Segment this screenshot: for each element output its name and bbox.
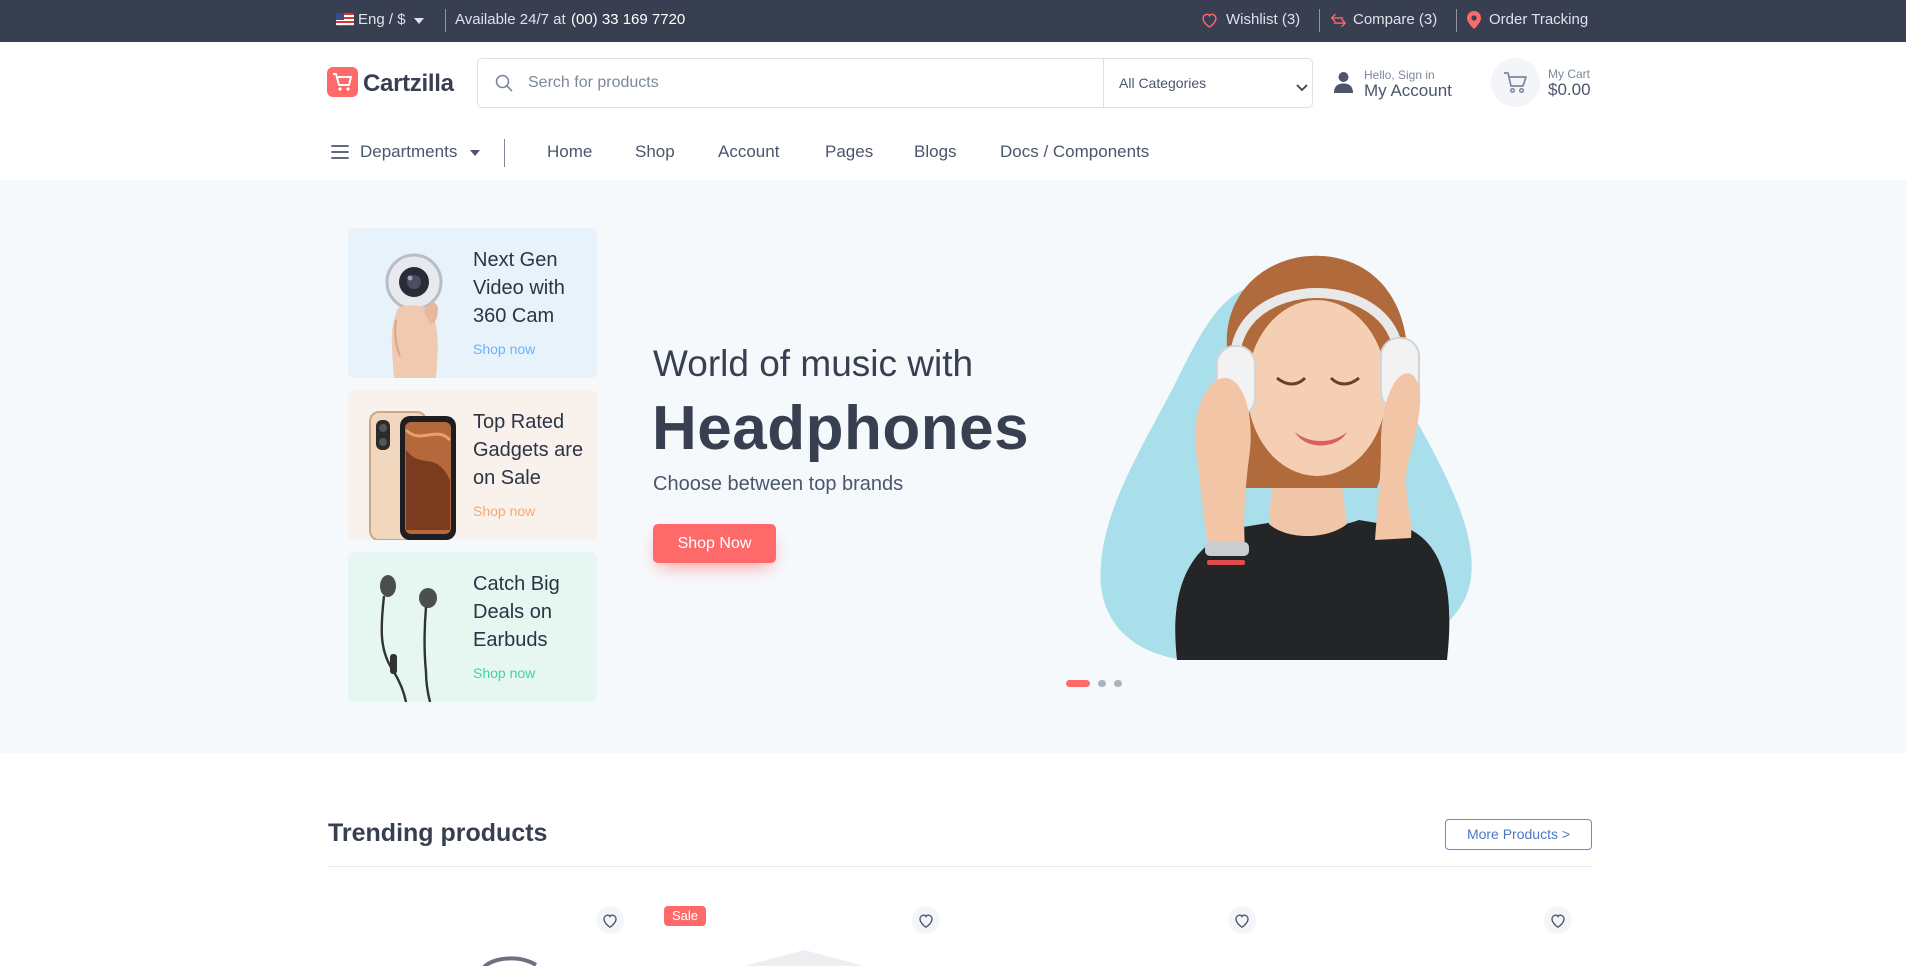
phone-link[interactable]: (00) 33 169 7720 [571, 11, 685, 28]
my-account-link[interactable]: My Account [1364, 81, 1452, 101]
promo-title: Next Gen Video with 360 Cam [473, 249, 565, 327]
compare-arrows-icon [1330, 12, 1347, 34]
cart-button[interactable] [1491, 58, 1540, 107]
cartzilla-logo-icon[interactable] [327, 67, 358, 97]
more-products-button[interactable]: More Products > [1445, 819, 1592, 850]
hero-section [0, 180, 1906, 753]
cart-total[interactable]: $0.00 [1548, 80, 1591, 100]
us-flag-icon [336, 13, 354, 26]
wishlist-heart-icon[interactable] [1544, 906, 1572, 934]
category-select[interactable]: All Categories [1119, 75, 1206, 91]
promo-title: Top Rated Gadgets are on Sale [473, 411, 584, 489]
logo-text[interactable]: Cartzilla [363, 70, 454, 98]
nav-pages[interactable]: Pages [825, 142, 873, 162]
locale-caret-icon[interactable] [414, 18, 424, 24]
section-divider [328, 866, 1592, 867]
earbuds-image [370, 572, 450, 702]
search-divider [1103, 59, 1104, 107]
departments-caret-icon[interactable] [470, 150, 480, 156]
hero-description: Choose between top brands [653, 473, 904, 495]
promo-shop-now-link[interactable]: Shop now [473, 665, 535, 681]
availability-text: Available 24/7 at [455, 11, 566, 28]
cart-label[interactable]: My Cart [1548, 67, 1590, 81]
search-input[interactable] [528, 60, 1088, 106]
hero-title: Headphones [652, 394, 1030, 463]
carousel-dot-2[interactable] [1098, 680, 1106, 687]
promo-card-earbuds[interactable]: Catch Big Deals on Earbuds Shop now [348, 552, 597, 702]
departments-dropdown[interactable]: Departments [360, 142, 457, 162]
promo-shop-now-link[interactable]: Shop now [473, 341, 535, 357]
topbar: Eng / $ Available 24/7 at (00) 33 169 77… [0, 0, 1906, 42]
topbar-divider [1319, 9, 1320, 32]
topbar-divider [1456, 9, 1457, 32]
nav-home[interactable]: Home [547, 142, 592, 162]
order-tracking-link[interactable]: Order Tracking [1489, 11, 1588, 28]
map-pin-icon [1467, 11, 1481, 34]
promo-card-gadgets-sale[interactable]: Top Rated Gadgets are on Sale Shop now [348, 390, 597, 540]
nav-blogs[interactable]: Blogs [914, 142, 957, 162]
heart-icon [1201, 12, 1218, 33]
cart-icon [1503, 71, 1528, 99]
promo-title: Catch Big Deals on Earbuds [473, 573, 560, 651]
wishlist-heart-icon[interactable] [596, 906, 624, 934]
shop-now-button[interactable]: Shop Now [653, 524, 776, 563]
carousel-dot-3[interactable] [1114, 680, 1122, 687]
hero-subtitle: World of music with [653, 343, 974, 384]
nav-docs-components[interactable]: Docs / Components [1000, 142, 1149, 162]
user-icon[interactable] [1334, 71, 1353, 98]
chevron-down-icon[interactable] [1296, 79, 1308, 97]
locale-switcher[interactable]: Eng / $ [358, 11, 406, 28]
360-camera-image [364, 242, 464, 378]
woman-with-headphones-image [1077, 228, 1537, 665]
promo-shop-now-link[interactable]: Shop now [473, 503, 535, 519]
compare-link[interactable]: Compare (3) [1353, 11, 1437, 28]
nav-shop[interactable]: Shop [635, 142, 675, 162]
account-greeting[interactable]: Hello, Sign in [1364, 68, 1435, 82]
search-icon [495, 74, 513, 97]
product-image-partial [480, 954, 540, 966]
sale-badge: Sale [664, 906, 707, 926]
product-image-partial [744, 948, 864, 966]
menu-icon[interactable] [331, 144, 349, 165]
search-bar: All Categories [477, 58, 1313, 108]
wishlist-heart-icon[interactable] [912, 906, 940, 934]
trending-title: Trending products [328, 819, 548, 847]
topbar-divider [445, 9, 446, 32]
nav-account[interactable]: Account [718, 142, 779, 162]
carousel-dot-1[interactable] [1066, 680, 1090, 687]
smartphone-image [366, 410, 458, 540]
promo-card-360-cam[interactable]: Next Gen Video with 360 Cam Shop now [348, 228, 597, 378]
wishlist-link[interactable]: Wishlist (3) [1226, 11, 1300, 28]
wishlist-heart-icon[interactable] [1228, 906, 1256, 934]
nav-divider [504, 139, 505, 167]
